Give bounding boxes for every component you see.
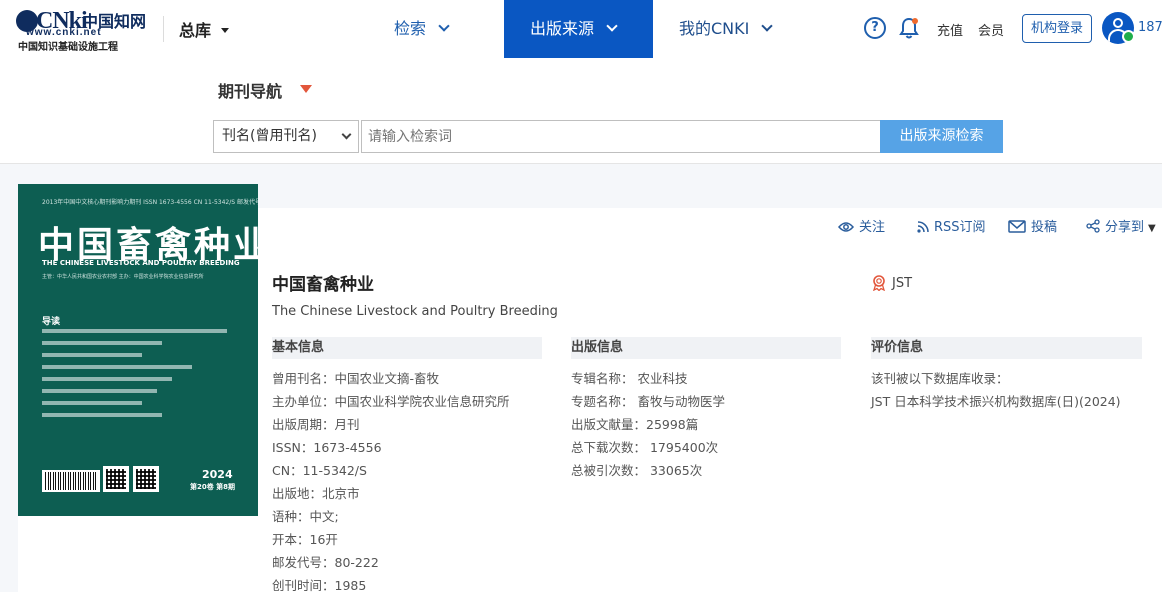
follow-button[interactable]: 关注 bbox=[838, 216, 885, 235]
jst-badge: JST bbox=[872, 275, 912, 291]
verified-check-icon bbox=[1122, 30, 1135, 43]
cover-organizer: 主管：中华人民共和国农业农村部 主办：中国农业科学院农业信息研究所 bbox=[42, 274, 204, 280]
search-field-select[interactable]: 刊名(曾用刊名) bbox=[213, 120, 359, 153]
search-panel: 期刊导航 刊名(曾用刊名) 出版来源检索 bbox=[0, 58, 1162, 164]
eye-icon bbox=[838, 222, 854, 232]
cover-toc-line bbox=[42, 377, 172, 381]
journal-navigation-title[interactable]: 期刊导航 bbox=[218, 78, 282, 102]
notification-bell-icon[interactable] bbox=[899, 17, 919, 39]
publication-search-button[interactable]: 出版来源检索 bbox=[880, 120, 1003, 153]
award-icon bbox=[873, 275, 885, 291]
nav-search-label: 检索 bbox=[394, 19, 427, 38]
caret-down-icon bbox=[221, 28, 230, 33]
evaluation-info-row: 该刊被以下数据库收录： bbox=[871, 371, 1009, 386]
caret-down-icon: ▼ bbox=[1148, 223, 1156, 234]
publication-info-row: 总被引次数： 33065次 bbox=[571, 463, 703, 478]
logo-url: www.cnki.net bbox=[26, 27, 102, 38]
publication-info-row: 专辑名称： 农业科技 bbox=[571, 371, 688, 386]
cover-year: 2024 bbox=[202, 468, 233, 481]
cover-toc-line bbox=[42, 353, 142, 357]
journal-title: 中国畜禽种业 bbox=[272, 275, 374, 295]
rss-subscribe-button[interactable]: RSS订阅 bbox=[917, 216, 986, 235]
basic-info-row: 曾用刊名：中国农业文摘-畜牧 bbox=[272, 371, 440, 386]
cover-qr-code bbox=[133, 466, 159, 492]
publication-info-row: 出版文献量：25998篇 bbox=[571, 417, 699, 432]
submit-manuscript-button[interactable]: 投稿 bbox=[1008, 216, 1057, 235]
library-label: 总库 bbox=[179, 21, 212, 40]
mail-icon bbox=[1008, 220, 1026, 233]
share-icon bbox=[1086, 219, 1100, 233]
journal-cover-image[interactable]: 2013年中国中文核心期刊影响力期刊 ISSN 1673-4556 CN 11-… bbox=[18, 184, 258, 516]
cover-top-line: 2013年中国中文核心期刊影响力期刊 ISSN 1673-4556 CN 11-… bbox=[42, 199, 258, 206]
publication-info-row: 专题名称： 畜牧与动物医学 bbox=[571, 394, 725, 409]
evaluation-info-heading: 评价信息 bbox=[871, 337, 1142, 359]
basic-info-row: 邮发代号：80-222 bbox=[272, 555, 379, 570]
cover-toc-line bbox=[42, 341, 162, 345]
cover-toc-line bbox=[42, 365, 192, 369]
chevron-down-icon bbox=[606, 20, 618, 32]
evaluation-info-row: JST 日本科学技术振兴机构数据库(日)(2024) bbox=[871, 394, 1121, 409]
basic-info-row: 出版周期：月刊 bbox=[272, 417, 360, 432]
cover-toc-heading: 导读 bbox=[42, 317, 61, 327]
select-arrow-icon bbox=[341, 129, 352, 140]
basic-info-row: ISSN：1673-4556 bbox=[272, 440, 382, 455]
rss-label: RSS订阅 bbox=[934, 220, 986, 235]
user-number[interactable]: 1871 bbox=[1138, 20, 1162, 35]
org-login-button[interactable]: 机构登录 bbox=[1022, 14, 1092, 43]
chevron-down-icon bbox=[761, 20, 774, 32]
cover-toc-line bbox=[42, 329, 227, 333]
triangle-down-icon[interactable] bbox=[300, 85, 312, 93]
top-navigation-bar: CNki 中国知网 www.cnki.net 中国知识基础设施工程 总库 检索 … bbox=[0, 0, 1162, 58]
header-divider bbox=[163, 16, 164, 42]
member-link[interactable]: 会员 bbox=[978, 20, 1004, 39]
cover-title-en: THE CHINESE LIVESTOCK AND POULTRY BREEDI… bbox=[42, 259, 240, 267]
share-button[interactable]: 分享到 ▼ bbox=[1086, 216, 1156, 235]
share-label: 分享到 bbox=[1105, 220, 1145, 235]
nav-mycnki-label: 我的CNKI bbox=[679, 19, 750, 38]
basic-info-row: 创刊时间：1985 bbox=[272, 578, 367, 592]
nav-publication-source[interactable]: 出版来源 bbox=[504, 0, 653, 58]
cnki-logo[interactable]: CNki 中国知网 www.cnki.net 中国知识基础设施工程 bbox=[16, 7, 146, 53]
basic-info-row: 主办单位：中国农业科学院农业信息研究所 bbox=[272, 394, 510, 409]
submit-label: 投稿 bbox=[1031, 220, 1058, 235]
search-field-value: 刊名(曾用刊名) bbox=[222, 128, 317, 144]
journal-title-en: The Chinese Livestock and Poultry Breedi… bbox=[272, 304, 558, 319]
chevron-down-icon bbox=[438, 20, 450, 32]
help-icon[interactable]: ? bbox=[864, 17, 886, 39]
publication-info-row: 总下载次数： 1795400次 bbox=[571, 440, 719, 455]
jst-label: JST bbox=[892, 276, 913, 291]
basic-info-row: CN：11-5342/S bbox=[272, 463, 367, 478]
library-dropdown[interactable]: 总库 bbox=[179, 17, 230, 41]
basic-info-row: 出版地：北京市 bbox=[272, 486, 360, 501]
avatar-head-shape bbox=[1113, 18, 1123, 28]
recharge-link[interactable]: 充值 bbox=[937, 20, 963, 39]
follow-label: 关注 bbox=[859, 220, 886, 235]
logo-subtitle: 中国知识基础设施工程 bbox=[18, 42, 118, 53]
cover-toc-line bbox=[42, 401, 142, 405]
cover-issue: 第20卷 第8期 bbox=[190, 483, 236, 491]
nav-search[interactable]: 检索 bbox=[394, 0, 450, 58]
cover-barcode bbox=[42, 470, 100, 492]
publication-info-heading: 出版信息 bbox=[571, 337, 841, 359]
nav-source-label: 出版来源 bbox=[530, 19, 595, 38]
cover-toc-line bbox=[42, 413, 162, 417]
cover-qr-code bbox=[103, 466, 129, 492]
nav-my-cnki[interactable]: 我的CNKI bbox=[679, 0, 774, 58]
basic-info-row: 开本：16开 bbox=[272, 532, 338, 547]
search-input[interactable] bbox=[361, 120, 881, 153]
basic-info-heading: 基本信息 bbox=[272, 337, 542, 359]
basic-info-row: 语种：中文; bbox=[272, 509, 339, 524]
rss-icon bbox=[917, 221, 929, 233]
cover-toc-line bbox=[42, 389, 157, 393]
